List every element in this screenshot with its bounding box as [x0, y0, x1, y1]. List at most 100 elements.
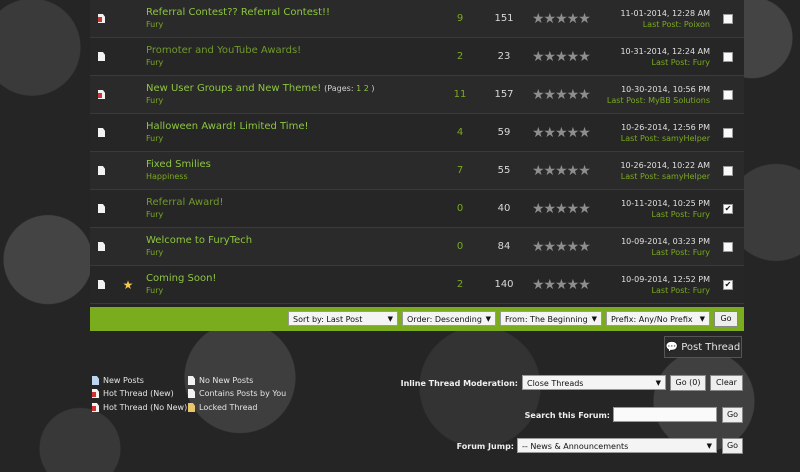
rating-stars-icon[interactable]: ★★★★★	[532, 239, 591, 255]
last-post-date[interactable]: 10-09-2014, 12:52 PM	[621, 274, 710, 285]
last-post-user-link[interactable]: Fury	[693, 210, 710, 219]
rating-stars-icon[interactable]: ★★★★★	[532, 201, 591, 217]
page-link[interactable]: 2	[364, 84, 369, 93]
rating[interactable]: ★★★★★	[532, 0, 602, 37]
legend-hot-no-new: Hot Thread (No New)	[92, 403, 187, 412]
rating[interactable]: ★★★★★	[532, 228, 602, 265]
rating[interactable]: ★★★★★	[532, 38, 602, 75]
moderation-select[interactable]: Close Threads ▼	[522, 375, 666, 390]
last-post-date[interactable]: 10-26-2014, 10:22 AM	[620, 160, 710, 171]
rating-stars-icon[interactable]: ★★★★★	[532, 11, 591, 27]
rating[interactable]: ★★★★★	[532, 152, 602, 189]
post-thread-button[interactable]: 💬 Post Thread	[664, 336, 742, 358]
thread-title-link[interactable]: Halloween Award! Limited Time!	[146, 121, 309, 132]
thread-sticky	[120, 76, 136, 113]
thread-checkbox[interactable]: ✔	[723, 279, 733, 290]
thread-checkbox[interactable]	[723, 165, 733, 176]
table-row: Referral Award! Fury 0 40 ★★★★★ 10-11-2014, 1…	[90, 190, 744, 228]
forum-jump-select[interactable]: -- News & Announcements ▼	[517, 438, 717, 453]
last-post-label: Last Post:	[651, 247, 691, 257]
rating-stars-icon[interactable]: ★★★★★	[532, 125, 591, 141]
last-post-date[interactable]: 10-30-2014, 10:56 PM	[621, 84, 710, 95]
thread-title-link[interactable]: Coming Soon!	[146, 273, 216, 284]
from-select[interactable]: From: The Beginning ▼	[500, 311, 602, 326]
clear-button[interactable]: Clear	[710, 375, 743, 391]
rating-stars-icon[interactable]: ★★★★★	[532, 87, 591, 103]
thread-checkbox-cell: ✔	[720, 190, 736, 227]
thread-sticky	[120, 0, 136, 37]
hot-thread-icon	[98, 90, 105, 99]
last-post-date[interactable]: 11-01-2014, 12:28 AM	[620, 8, 710, 19]
last-post-user-link[interactable]: MyBB Solutions	[648, 96, 710, 105]
no-new-posts-icon	[188, 376, 195, 385]
moderation-go-button[interactable]: Go (0)	[670, 375, 706, 391]
last-post-user-link[interactable]: Fury	[693, 286, 710, 295]
replies-count[interactable]: 9	[440, 0, 480, 37]
thread-checkbox[interactable]	[723, 89, 733, 100]
thread-title-link[interactable]: Welcome to FuryTech	[146, 235, 252, 246]
thread-checkbox[interactable]	[723, 127, 733, 138]
sort-go-button[interactable]: Go	[714, 311, 738, 327]
thread-checkbox[interactable]	[723, 51, 733, 62]
rating[interactable]: ★★★★★	[532, 76, 602, 113]
thread-author-link[interactable]: Fury	[146, 19, 163, 31]
page-link[interactable]: 1	[356, 84, 361, 93]
rating-stars-icon[interactable]: ★★★★★	[532, 49, 591, 65]
rating[interactable]: ★★★★★	[532, 190, 602, 227]
order-select[interactable]: Order: Descending ▼	[402, 311, 496, 326]
legend-contains-posts: Contains Posts by You	[188, 389, 286, 398]
replies-count[interactable]: 7	[440, 152, 480, 189]
last-post: 10-26-2014, 12:56 PM Last Post: samyHelpe…	[610, 114, 710, 151]
thread-title-link[interactable]: Referral Contest?? Referral Contest!!	[146, 7, 330, 18]
sort-by-select[interactable]: Sort by: Last Post ▼	[288, 311, 398, 326]
rating-stars-icon[interactable]: ★★★★★	[532, 163, 591, 179]
replies-count[interactable]: 11	[440, 76, 480, 113]
thread-checkbox[interactable]	[723, 13, 733, 24]
last-post-user-link[interactable]: Fury	[693, 58, 710, 67]
thread-checkbox[interactable]: ✔	[723, 203, 733, 214]
thread-author-link[interactable]: Fury	[146, 95, 163, 107]
legend-no-new-posts: No New Posts	[188, 376, 253, 385]
thread-author-link[interactable]: Fury	[146, 209, 163, 221]
last-post-label: Last Post:	[651, 285, 691, 295]
search-input[interactable]	[613, 407, 717, 422]
thread-checkbox[interactable]	[723, 241, 733, 252]
replies-count[interactable]: 2	[440, 38, 480, 75]
replies-count[interactable]: 4	[440, 114, 480, 151]
thread-author-link[interactable]: Fury	[146, 285, 163, 297]
speech-bubble-icon: 💬	[665, 341, 679, 353]
search-go-button[interactable]: Go	[722, 407, 743, 423]
last-post-date[interactable]: 10-11-2014, 10:25 PM	[621, 198, 710, 209]
thread-title-link[interactable]: Fixed Smilies	[146, 159, 211, 170]
last-post-user-link[interactable]: Fury	[693, 248, 710, 257]
forum-jump-go-button[interactable]: Go	[722, 438, 743, 454]
thread-title-link[interactable]: Referral Award!	[146, 197, 224, 208]
last-post-user-link[interactable]: samyHelper	[662, 134, 710, 143]
thread-icon	[98, 52, 105, 61]
last-post-user-link[interactable]: Poixon	[684, 20, 710, 29]
thread-title-link[interactable]: Promoter and YouTube Awards!	[146, 45, 301, 56]
hot-thread-icon	[98, 14, 105, 23]
last-post-date[interactable]: 10-26-2014, 12:56 PM	[621, 122, 710, 133]
last-post-date[interactable]: 10-09-2014, 03:23 PM	[621, 236, 710, 247]
table-row: Fixed Smilies Happiness 7 55 ★★★★★ 10-26-2014…	[90, 152, 744, 190]
thread-sticky	[120, 114, 136, 151]
thread-author-link[interactable]: Fury	[146, 247, 163, 259]
last-post-user-link[interactable]: samyHelper	[662, 172, 710, 181]
replies-count[interactable]: 0	[440, 228, 480, 265]
prefix-select[interactable]: Prefix: Any/No Prefix ▼	[606, 311, 710, 326]
rating[interactable]: ★★★★★	[532, 114, 602, 151]
thread-title-link[interactable]: New User Groups and New Theme!	[146, 83, 321, 94]
thread-checkbox-cell	[720, 152, 736, 189]
replies-count[interactable]: 2	[440, 266, 480, 303]
thread-author-link[interactable]: Happiness	[146, 171, 188, 183]
thread-sticky	[120, 152, 136, 189]
replies-count[interactable]: 0	[440, 190, 480, 227]
thread-status	[98, 152, 112, 189]
thread-author-link[interactable]: Fury	[146, 133, 163, 145]
last-post-date[interactable]: 10-31-2014, 12:24 AM	[620, 46, 710, 57]
rating-stars-icon[interactable]: ★★★★★	[532, 277, 591, 293]
last-post: 10-09-2014, 12:52 PM Last Post: Fury	[610, 266, 710, 303]
thread-author-link[interactable]: Fury	[146, 57, 163, 69]
rating[interactable]: ★★★★★	[532, 266, 602, 303]
